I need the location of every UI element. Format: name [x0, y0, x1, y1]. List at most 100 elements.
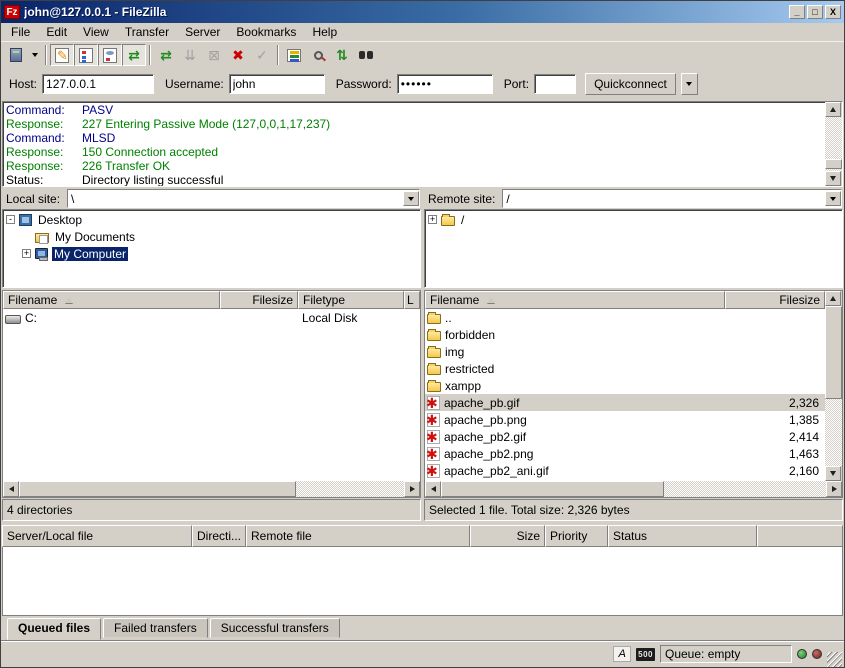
column-status[interactable]: Status — [608, 525, 757, 547]
toggle-local-tree-button[interactable] — [74, 44, 98, 66]
menu-server[interactable]: Server — [177, 23, 228, 41]
site-manager-icon — [10, 48, 22, 62]
tree-item-desktop[interactable]: - Desktop — [3, 211, 420, 228]
file-row[interactable]: apache_pb2_ani.gif2,160 — [425, 462, 825, 479]
reconnect-button[interactable]: ✓ — [250, 44, 274, 66]
close-button[interactable]: X — [825, 5, 841, 19]
scroll-up-button[interactable] — [825, 102, 841, 117]
tree-item-label: / — [459, 213, 466, 227]
column-server-local-file[interactable]: Server/Local file — [2, 525, 192, 547]
speed-limits-icon[interactable]: 500 — [636, 648, 655, 661]
local-list-rows: C: Local Disk — [3, 309, 420, 481]
column-filename[interactable]: Filename — [3, 291, 220, 309]
local-site-combo[interactable]: \ — [67, 189, 420, 208]
scroll-left-button[interactable] — [425, 481, 441, 497]
file-row[interactable]: apache_pb.png1,385 — [425, 411, 825, 428]
file-row[interactable]: forbidden — [425, 326, 825, 343]
menu-bookmarks[interactable]: Bookmarks — [228, 23, 304, 41]
maximize-button[interactable]: □ — [807, 5, 823, 19]
remote-site-dropdown[interactable] — [825, 191, 841, 206]
site-manager-dropdown[interactable] — [28, 44, 42, 66]
scrollbar-track[interactable] — [825, 117, 842, 171]
scrollbar-track[interactable] — [825, 306, 842, 466]
scroll-down-button[interactable] — [825, 466, 841, 481]
column-direction[interactable]: Directi... — [192, 525, 246, 547]
activity-led-red — [812, 649, 822, 659]
local-site-label: Local site: — [3, 192, 63, 206]
refresh-button[interactable]: ⇄ — [154, 44, 178, 66]
menu-edit[interactable]: Edit — [38, 23, 75, 41]
file-row[interactable]: apache_pb2.gif2,414 — [425, 428, 825, 445]
toggle-remote-tree-button[interactable] — [98, 44, 122, 66]
queue-body[interactable] — [2, 547, 843, 616]
quickconnect-button[interactable]: Quickconnect — [585, 73, 676, 95]
site-manager-button[interactable] — [4, 44, 28, 66]
column-remote-file[interactable]: Remote file — [246, 525, 470, 547]
menu-help[interactable]: Help — [304, 23, 345, 41]
local-horizontal-scrollbar[interactable] — [3, 481, 420, 497]
column-filesize[interactable]: Filesize — [725, 291, 825, 309]
menu-transfer[interactable]: Transfer — [117, 23, 177, 41]
remote-vertical-scrollbar[interactable] — [825, 291, 842, 481]
log-vertical-scrollbar[interactable] — [825, 102, 842, 186]
file-row[interactable]: .. — [425, 309, 825, 326]
find-files-button[interactable] — [354, 44, 378, 66]
scrollbar-thumb[interactable] — [825, 306, 842, 399]
column-filetype[interactable]: Filetype — [298, 291, 404, 309]
file-row[interactable]: apache_pb2.png1,463 — [425, 445, 825, 462]
username-input[interactable] — [229, 74, 325, 94]
process-queue-button[interactable]: ⇊ — [178, 44, 202, 66]
host-input[interactable] — [42, 74, 154, 94]
tree-item-root[interactable]: + / — [425, 211, 842, 228]
resize-grip[interactable] — [827, 652, 842, 667]
tree-item-my-computer[interactable]: + My Computer — [19, 245, 420, 262]
column-priority[interactable]: Priority — [545, 525, 608, 547]
file-row-selected[interactable]: apache_pb.gif2,326 — [425, 394, 825, 411]
file-row[interactable]: xampp — [425, 377, 825, 394]
expand-icon[interactable]: + — [22, 249, 31, 258]
local-site-dropdown[interactable] — [403, 191, 419, 206]
toggle-transfer-queue-button[interactable]: ⇄ — [122, 44, 146, 66]
column-filename[interactable]: Filename — [425, 291, 725, 309]
local-status-text: 4 directories — [2, 499, 421, 521]
tab-successful-transfers[interactable]: Successful transfers — [210, 618, 340, 638]
file-row-c-drive[interactable]: C: Local Disk — [3, 309, 420, 326]
window-title: john@127.0.0.1 - FileZilla — [24, 5, 787, 19]
disconnect-button[interactable]: ✖ — [226, 44, 250, 66]
expand-icon[interactable]: + — [428, 215, 437, 224]
collapse-icon[interactable]: - — [6, 215, 15, 224]
scrollbar-thumb[interactable] — [19, 481, 296, 497]
minimize-button[interactable]: _ — [789, 5, 805, 19]
menu-view[interactable]: View — [75, 23, 117, 41]
remote-horizontal-scrollbar[interactable] — [425, 481, 842, 497]
scroll-right-button[interactable] — [826, 481, 842, 497]
filter-button[interactable] — [282, 44, 306, 66]
tab-failed-transfers[interactable]: Failed transfers — [103, 618, 208, 638]
column-filesize[interactable]: Filesize — [220, 291, 298, 309]
toggle-message-log-button[interactable]: ✎ — [50, 44, 74, 66]
scroll-right-button[interactable] — [404, 481, 420, 497]
port-input[interactable] — [534, 74, 576, 94]
tab-queued-files[interactable]: Queued files — [7, 618, 101, 640]
data-type-indicator-icon[interactable]: A — [613, 646, 631, 662]
synchronized-browsing-button[interactable]: ⇅ — [330, 44, 354, 66]
quickconnect-dropdown[interactable] — [681, 73, 698, 95]
log-line: Response:150 Connection accepted — [6, 145, 825, 159]
file-row[interactable]: img — [425, 343, 825, 360]
scroll-down-button[interactable] — [825, 171, 841, 186]
scroll-up-button[interactable] — [825, 291, 841, 306]
password-input[interactable] — [397, 74, 493, 94]
remote-site-combo[interactable]: / — [502, 189, 842, 208]
directory-comparison-button[interactable] — [306, 44, 330, 66]
scrollbar-track[interactable] — [441, 481, 826, 497]
scrollbar-thumb[interactable] — [825, 159, 842, 169]
tree-item-my-documents[interactable]: My Documents — [19, 228, 420, 245]
cancel-operation-button[interactable]: ⊠ — [202, 44, 226, 66]
scroll-left-button[interactable] — [3, 481, 19, 497]
menu-file[interactable]: File — [3, 23, 38, 41]
column-size[interactable]: Size — [470, 525, 545, 547]
scrollbar-thumb[interactable] — [441, 481, 664, 497]
column-last-modified[interactable]: L — [404, 291, 420, 309]
file-row[interactable]: restricted — [425, 360, 825, 377]
scrollbar-track[interactable] — [19, 481, 404, 497]
